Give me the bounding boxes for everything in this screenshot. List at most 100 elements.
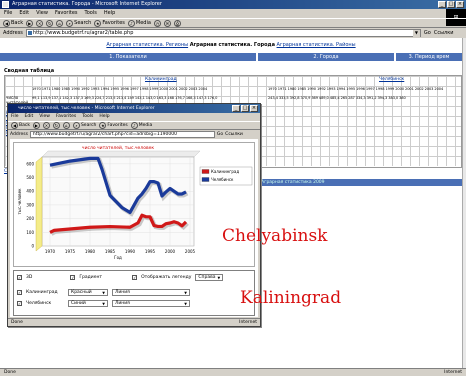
forward-arrow-icon[interactable]: ▶: [32, 122, 40, 129]
history-icon[interactable]: ◷: [153, 19, 161, 27]
color-select-chelyabinsk[interactable]: Синий ▼: [68, 300, 108, 307]
forward-arrow-icon[interactable]: ▶: [26, 19, 34, 27]
chevron-down-icon: ▼: [217, 276, 221, 280]
x-tick-label: 1985: [105, 249, 116, 254]
x-tick-label: 1995: [145, 249, 156, 254]
menu-view[interactable]: View: [36, 9, 48, 18]
search-icon: ⌕: [72, 122, 80, 129]
popup-minimize-button[interactable]: _: [232, 105, 240, 112]
y-tick-label: 500: [26, 175, 34, 180]
refresh-icon[interactable]: ↻: [46, 19, 54, 27]
table-city-chelyabinsk[interactable]: Челябинск: [379, 77, 404, 82]
y-tick-label: 200: [26, 216, 34, 221]
popup-menu-tools[interactable]: Tools: [82, 113, 93, 121]
popup-search-button[interactable]: ⌕ Search: [72, 122, 96, 129]
label-gradient: Градиент: [79, 275, 103, 280]
x-tick-label: 1990: [125, 249, 136, 254]
y-tick-label: 600: [26, 161, 34, 166]
checkbox-3d[interactable]: ✓: [17, 275, 22, 280]
popup-close-button[interactable]: ×: [250, 105, 258, 112]
menu-file[interactable]: File: [4, 9, 12, 18]
x-tick-label: 1970: [45, 249, 56, 254]
y-tick-label: 100: [26, 230, 34, 235]
maximize-button[interactable]: □: [447, 1, 455, 8]
nav-regions-link[interactable]: Аграрная статистика. Регионы: [106, 42, 188, 48]
address-input[interactable]: http://www.budgetrf.ru/agrar2/table.php …: [25, 29, 421, 37]
media-button[interactable]: ♪ Media: [127, 19, 151, 27]
print-icon[interactable]: ⎙: [173, 19, 181, 27]
nav-links: Аграрная статистика. Регионы Аграрная ст…: [0, 42, 462, 48]
legend-position-select[interactable]: Справа ▼: [195, 274, 224, 281]
close-button[interactable]: ×: [456, 1, 464, 8]
tabs-row: 1. Показатели 2. Города 3. Период врем: [0, 53, 462, 61]
popup-titlebar: число читателей, тыс.человек - Microsoft…: [8, 104, 260, 113]
label-3d: 3D: [26, 275, 33, 280]
tab-period[interactable]: 3. Период врем: [396, 53, 462, 61]
popup-window-controls: _ □ ×: [232, 105, 258, 112]
favorites-button[interactable]: ★ Favorites: [94, 19, 125, 27]
popup-go-button[interactable]: Go: [217, 132, 223, 137]
minimize-button[interactable]: _: [438, 1, 446, 8]
popup-menu-file[interactable]: File: [11, 113, 19, 121]
star-icon: ★: [99, 122, 107, 129]
popup-menu-help[interactable]: Help: [99, 113, 109, 121]
table-city-kaliningrad[interactable]: Калининград: [145, 77, 177, 82]
checkbox-legend[interactable]: ✓: [132, 275, 138, 280]
popup-address-bar: Address http://www.budgetrf.ru/agrar2/ch…: [10, 131, 243, 138]
popup-address-input[interactable]: http://www.budgetrf.ru/agrar2/chart.php?…: [29, 131, 215, 138]
popup-menu-edit[interactable]: Edit: [25, 113, 34, 121]
home-icon[interactable]: ⌂: [62, 122, 70, 129]
x-tick-label: 1980: [85, 249, 96, 254]
chevron-down-icon: ▼: [184, 302, 187, 306]
table-row: 99,1 113,9 137,1 142,3 137,3 169,3 224,7…: [32, 96, 218, 100]
status-bar: Done Internet: [0, 368, 466, 376]
plot-left-wall: [35, 156, 43, 252]
checkbox-chelyabinsk[interactable]: ✓: [17, 301, 22, 306]
popup-menu-view[interactable]: View: [39, 113, 50, 121]
menu-help[interactable]: Help: [104, 9, 115, 18]
chevron-down-icon: ▼: [102, 302, 105, 306]
chart-area: 0 100 200 300 400 500 600 1970 1975 1980 1985 1990 1…: [13, 142, 255, 267]
stop-icon[interactable]: ×: [36, 19, 44, 27]
chart-title: число читателей, тыс.человек: [82, 144, 154, 151]
popup-body: 0 100 200 300 400 500 600 1970 1975 1980 1985 1990 1…: [10, 139, 258, 317]
popup-menu-favorites[interactable]: Favorites: [56, 113, 76, 121]
mail-icon[interactable]: ✉: [163, 19, 171, 27]
type-select-chelyabinsk[interactable]: Линия ▼: [112, 300, 190, 307]
checkbox-kaliningrad[interactable]: ✓: [17, 290, 22, 295]
y-tick-label: 300: [26, 202, 34, 207]
line-chart: 0 100 200 300 400 500 600 1970 1975 1980 1985 1990 1…: [17, 144, 253, 260]
popup-links-button[interactable]: Ссылки: [225, 132, 243, 137]
checkbox-gradient[interactable]: ✓: [70, 275, 76, 280]
y-axis-label: тыс.человек: [17, 188, 22, 215]
search-icon: ⌕: [66, 19, 74, 27]
home-icon[interactable]: ⌂: [56, 19, 64, 27]
tab-indicators[interactable]: 1. Показатели: [0, 53, 256, 61]
legend-swatch-0: [201, 169, 210, 174]
popup-maximize-button[interactable]: □: [241, 105, 249, 112]
address-dropdown-icon[interactable]: ▼: [412, 30, 420, 37]
popup-back-button[interactable]: ◀ Back: [11, 122, 30, 129]
overlay-kaliningrad: Kaliningrad: [240, 288, 342, 308]
vertical-scrollbar[interactable]: [462, 38, 466, 368]
x-tick-label: 2005: [185, 249, 196, 254]
popup-media-button[interactable]: ♪ Media: [130, 122, 152, 129]
search-button[interactable]: ⌕ Search: [66, 19, 91, 27]
menu-favorites[interactable]: Favorites: [55, 9, 78, 18]
legend-label-0: Калининград: [211, 169, 239, 174]
links-button[interactable]: Ссылки: [434, 30, 454, 36]
refresh-icon[interactable]: ↻: [52, 122, 60, 129]
menu-tools[interactable]: Tools: [85, 9, 97, 18]
nav-districts-link[interactable]: Аграрная статистика. Районы: [277, 42, 356, 48]
popup-favorites-button[interactable]: ★ Favorites: [99, 122, 128, 129]
popup-status-bar: Done Internet: [8, 318, 260, 326]
menu-edit[interactable]: Edit: [19, 9, 29, 18]
tab-cities[interactable]: 2. Города: [258, 53, 394, 61]
x-tick-label: 2000: [165, 249, 176, 254]
color-select-kaliningrad[interactable]: Красный ▼: [68, 289, 108, 296]
table-years-left: 1970 1971 1980 1985 1990 1992 1993 1994 …: [32, 87, 208, 91]
back-button[interactable]: ◀ Back: [3, 19, 23, 27]
go-button[interactable]: Go: [424, 30, 431, 36]
type-select-kaliningrad[interactable]: Линия ▼: [112, 289, 190, 296]
stop-icon[interactable]: ×: [42, 122, 50, 129]
